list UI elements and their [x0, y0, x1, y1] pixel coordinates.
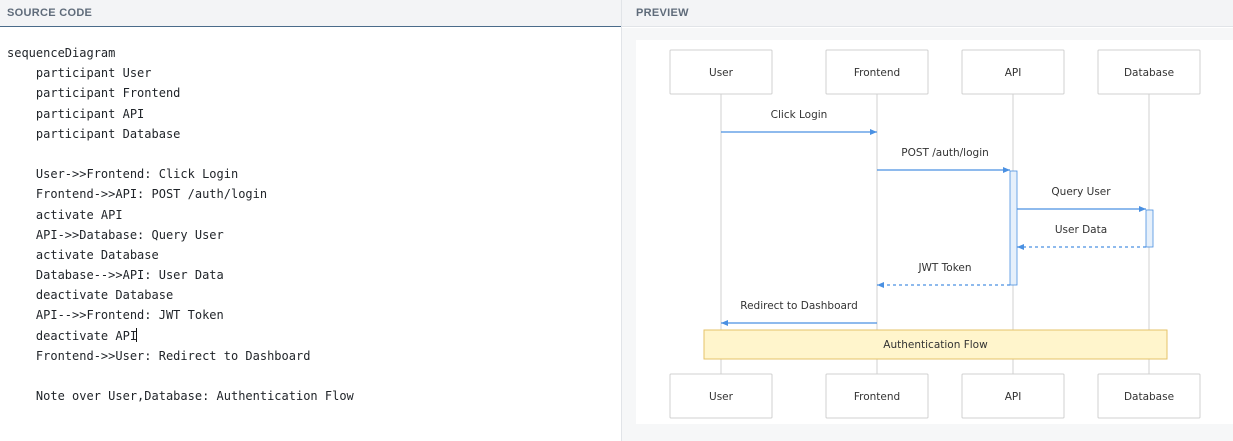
code-line[interactable]: deactivate Database: [7, 285, 621, 305]
code-line[interactable]: participant Frontend: [7, 83, 621, 103]
preview-header: PREVIEW: [622, 0, 1233, 27]
code-line[interactable]: API->>Database: Query User: [7, 225, 621, 245]
diagram-canvas: [636, 40, 1233, 424]
code-line[interactable]: Frontend->>User: Redirect to Dashboard: [7, 346, 621, 366]
text-cursor: [136, 327, 138, 342]
code-line[interactable]: sequenceDiagram: [7, 43, 621, 63]
source-code-header: SOURCE CODE: [0, 0, 621, 27]
code-line[interactable]: activate Database: [7, 245, 621, 265]
code-line-text: Frontend->>API: POST /auth/login: [7, 187, 268, 202]
code-line[interactable]: participant API: [7, 104, 621, 124]
code-line[interactable]: participant Database: [7, 124, 621, 144]
code-line[interactable]: Note over User,Database: Authentication …: [7, 386, 621, 406]
code-line-text: participant Frontend: [7, 86, 181, 101]
code-line[interactable]: User->>Frontend: Click Login: [7, 164, 621, 184]
code-line-text: deactivate Database: [7, 288, 174, 303]
code-line-text: deactivate API: [7, 328, 138, 343]
code-line-text: participant Database: [7, 126, 181, 141]
code-editor[interactable]: sequenceDiagram participant User partici…: [0, 28, 621, 441]
code-line-text: Database-->>API: User Data: [7, 268, 224, 283]
code-line[interactable]: API-->>Frontend: JWT Token: [7, 305, 621, 325]
code-line-text: activate API: [7, 207, 123, 222]
code-line-text: Note over User,Database: Authentication …: [7, 389, 354, 404]
code-line-text: Frontend->>User: Redirect to Dashboard: [7, 348, 311, 363]
code-line[interactable]: participant User: [7, 63, 621, 83]
code-line[interactable]: Frontend->>API: POST /auth/login: [7, 184, 621, 204]
code-line[interactable]: Database-->>API: User Data: [7, 265, 621, 285]
code-line-text: activate Database: [7, 247, 159, 262]
code-line-text: sequenceDiagram: [7, 46, 116, 60]
code-line-text: API-->>Frontend: JWT Token: [7, 308, 224, 323]
code-line-text: API->>Database: Query User: [7, 227, 224, 242]
code-line[interactable]: activate API: [7, 205, 621, 225]
code-line[interactable]: deactivate API: [7, 326, 621, 346]
code-line-text: participant API: [7, 106, 145, 121]
code-line-text: User->>Frontend: Click Login: [7, 167, 239, 182]
code-line-text: participant User: [7, 66, 152, 81]
code-line[interactable]: [7, 366, 621, 386]
code-line[interactable]: [7, 144, 621, 164]
